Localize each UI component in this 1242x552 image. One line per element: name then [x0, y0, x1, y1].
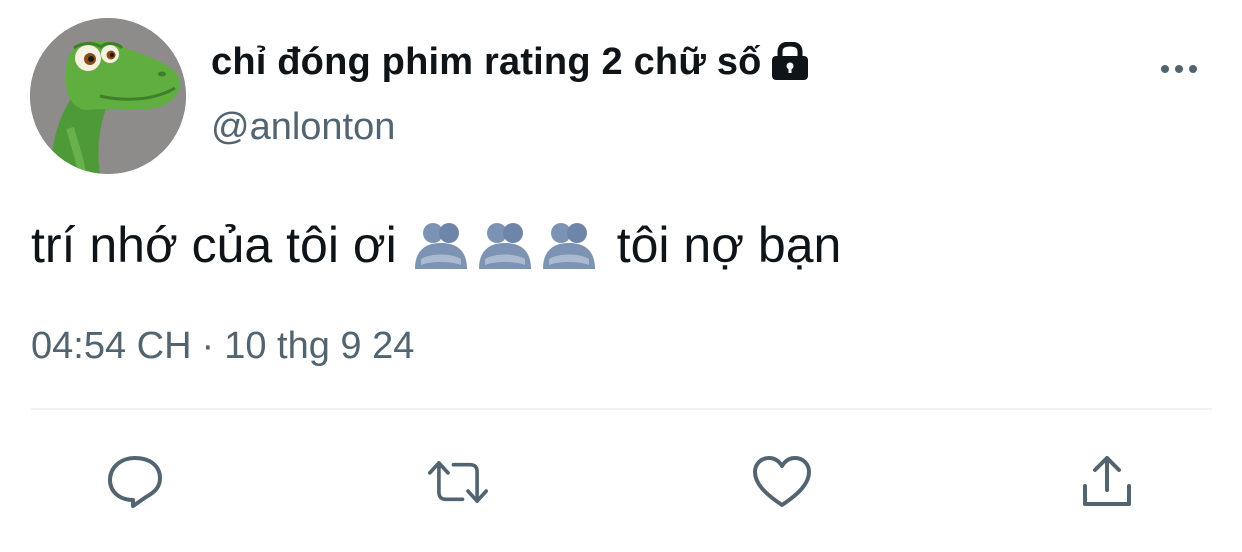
avatar[interactable] — [30, 18, 186, 174]
lock-icon — [770, 41, 810, 82]
display-name-row: chỉ đóng phim rating 2 chữ số — [211, 38, 810, 86]
tweet-text-before: trí nhớ của tôi ơi — [31, 217, 397, 273]
reply-icon — [108, 456, 162, 508]
reply-button[interactable] — [105, 452, 165, 512]
hugging-people-emoji — [478, 223, 531, 269]
like-button[interactable] — [752, 452, 812, 512]
retweet-button[interactable] — [428, 452, 488, 512]
hugging-people-emoji — [542, 223, 595, 269]
tweet-text: trí nhớ của tôi ơi tôi nợ bạn — [31, 213, 841, 277]
hugging-people-emoji — [414, 223, 467, 269]
emoji-group — [413, 219, 597, 271]
tweet-date: 10 thg 9 24 — [224, 325, 415, 367]
divider — [31, 408, 1212, 410]
share-button[interactable] — [1077, 452, 1137, 512]
display-name[interactable]: chỉ đóng phim rating 2 chữ số — [211, 41, 762, 84]
tweet-text-after: tôi nợ bạn — [616, 217, 842, 273]
like-icon — [753, 456, 811, 507]
share-icon — [1083, 456, 1131, 506]
tweet-timestamp[interactable]: 04:54 CH · 10 thg 9 24 — [31, 325, 414, 368]
user-handle[interactable]: @anlonton — [211, 106, 395, 149]
retweet-icon — [428, 461, 488, 503]
meta-separator: · — [201, 325, 215, 367]
more-options-icon[interactable] — [1158, 58, 1200, 80]
dinosaur-avatar-image — [30, 18, 186, 174]
tweet-time: 04:54 CH — [31, 325, 192, 367]
